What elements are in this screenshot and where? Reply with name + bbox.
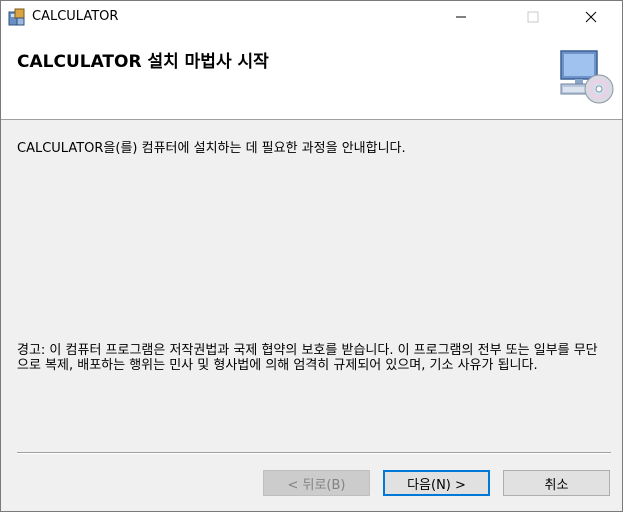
maximize-button[interactable] bbox=[510, 1, 556, 33]
maximize-icon bbox=[527, 11, 539, 23]
back-button[interactable]: < 뒤로(B) bbox=[263, 470, 370, 496]
wizard-header: CALCULATOR 설치 마법사 시작 bbox=[1, 33, 622, 120]
close-icon bbox=[585, 11, 597, 23]
minimize-button[interactable] bbox=[438, 1, 484, 33]
copyright-warning: 경고: 이 컴퓨터 프로그램은 저작권법과 국제 협약의 보호를 받습니다. 이… bbox=[17, 343, 598, 373]
minimize-icon bbox=[456, 16, 466, 18]
wizard-title: CALCULATOR 설치 마법사 시작 bbox=[17, 52, 269, 72]
intro-text: CALCULATOR을(를) 컴퓨터에 설치하는 데 필요한 과정을 안내합니다… bbox=[17, 141, 406, 156]
button-divider bbox=[17, 452, 611, 454]
cancel-button[interactable]: 취소 bbox=[503, 470, 610, 496]
title-bar[interactable]: CALCULATOR bbox=[1, 1, 622, 33]
installer-icon bbox=[8, 8, 25, 26]
close-button[interactable] bbox=[568, 1, 614, 33]
installer-window: CALCULATOR CALCULATOR 설치 마법사 시작 CALCULAT… bbox=[0, 0, 623, 512]
window-title: CALCULATOR bbox=[32, 9, 119, 24]
next-button[interactable]: 다음(N) > bbox=[383, 470, 490, 496]
computer-disc-icon bbox=[560, 50, 614, 104]
